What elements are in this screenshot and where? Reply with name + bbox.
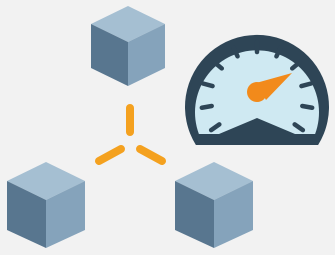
connector-left-segment	[95, 145, 125, 165]
gauge-needle-hub	[247, 82, 267, 102]
gauge-tick	[200, 81, 215, 89]
bottom-right-cube-icon	[175, 162, 253, 248]
network-connector-icon	[95, 104, 166, 165]
gauge-tick	[199, 103, 214, 110]
connector-right-segment	[136, 145, 166, 165]
network-speed-graphic	[7, 6, 329, 248]
gauge-tick	[299, 81, 314, 89]
top-cube-icon	[91, 6, 165, 86]
speedometer-gauge-icon	[185, 34, 329, 145]
network-speed-illustration	[0, 0, 335, 255]
bottom-left-cube-icon	[7, 162, 85, 248]
gauge-tick	[300, 103, 315, 110]
